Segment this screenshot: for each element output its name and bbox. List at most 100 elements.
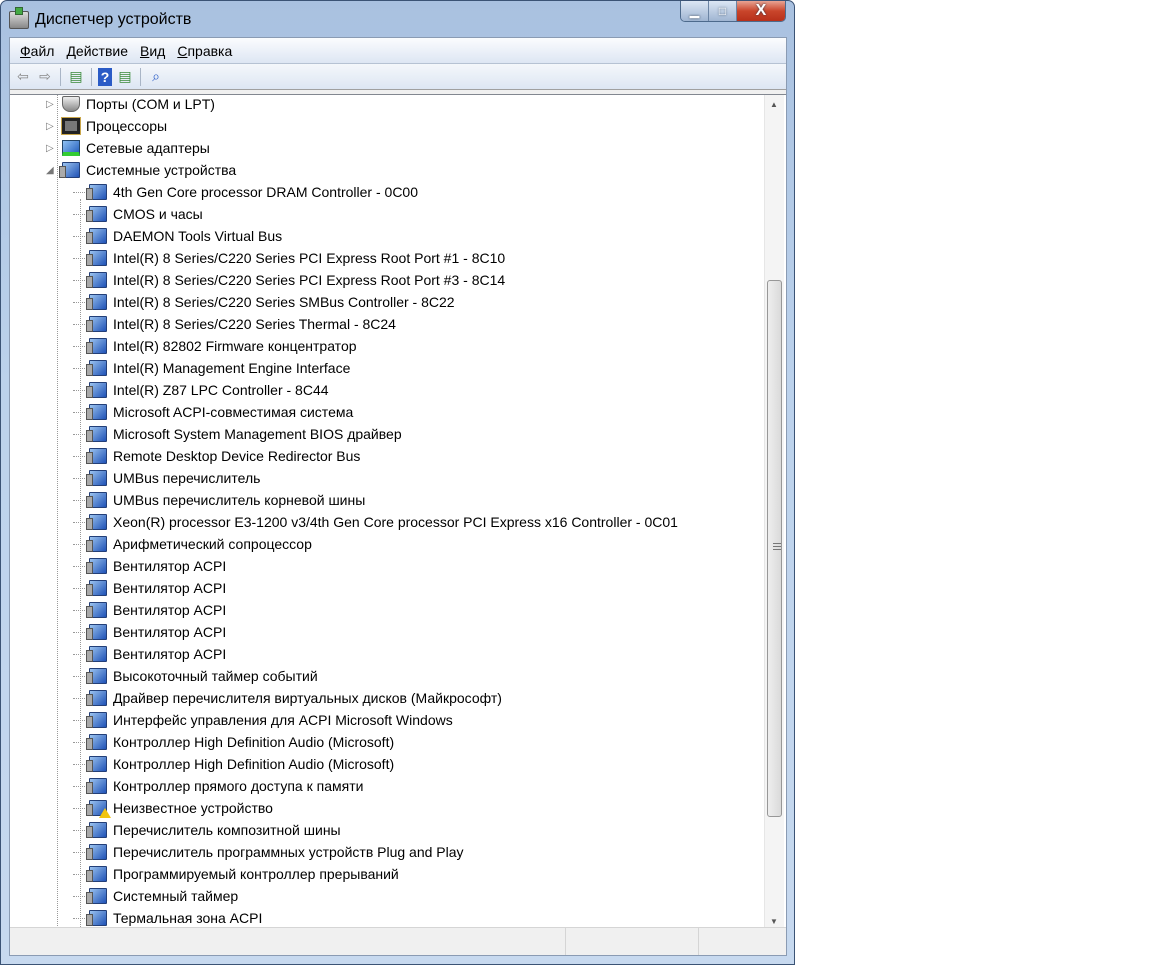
device-item[interactable]: Remote Desktop Device Redirector Bus [73, 445, 360, 467]
device-item[interactable]: Intel(R) 8 Series/C220 Series PCI Expres… [73, 269, 505, 291]
device-item[interactable]: Термальная зона ACPI [73, 907, 262, 929]
maximize-button[interactable]: □ [709, 1, 737, 21]
expand-arrow-icon[interactable]: ▷ [46, 99, 56, 110]
tree-line [73, 631, 87, 633]
device-item[interactable]: Intel(R) 8 Series/C220 Series Thermal - … [73, 313, 396, 335]
tree-line [73, 785, 87, 787]
expand-arrow-icon[interactable]: ▷ [46, 121, 56, 132]
device-item[interactable]: Вентилятор ACPI [73, 643, 226, 665]
device-item[interactable]: Вентилятор ACPI [73, 599, 226, 621]
system-device-icon [86, 184, 107, 200]
device-item[interactable]: 4th Gen Core processor DRAM Controller -… [73, 181, 418, 203]
device-item[interactable]: Вентилятор ACPI [73, 621, 226, 643]
device-label: UMBus перечислитель [113, 470, 261, 486]
system-device-icon [86, 558, 107, 574]
device-item[interactable]: Арифметический сопроцессор [73, 533, 312, 555]
device-item[interactable]: UMBus перечислитель корневой шины [73, 489, 365, 511]
scan-hardware-icon[interactable]: ⌕ [147, 68, 165, 86]
tree-category[interactable]: ▷ Процессоры [46, 115, 168, 137]
device-item[interactable]: Intel(R) 8 Series/C220 Series SMBus Cont… [73, 291, 455, 313]
device-item[interactable]: Программируемый контроллер прерываний [73, 863, 399, 885]
device-tree[interactable]: ▲ ▼ ▷ Порты (COM и LPT) ▷ Процессоры ▷ Сетевы… [10, 94, 786, 929]
device-item[interactable]: Microsoft System Management BIOS драйвер [73, 423, 402, 445]
device-item[interactable]: Высокоточный таймер событий [73, 665, 318, 687]
device-item[interactable]: Intel(R) Z87 LPC Controller - 8C44 [73, 379, 329, 401]
vertical-scrollbar[interactable]: ▲ ▼ [764, 95, 784, 929]
device-item[interactable]: Перечислитель композитной шины [73, 819, 341, 841]
device-label: Программируемый контроллер прерываний [113, 866, 399, 882]
menu-file[interactable]: Файл [14, 43, 60, 59]
tree-line [73, 873, 87, 875]
device-label: Вентилятор ACPI [113, 558, 227, 574]
device-item[interactable]: Intel(R) Management Engine Interface [73, 357, 350, 379]
device-item[interactable]: Перечислитель программных устройств Plug… [73, 841, 464, 863]
device-label: UMBus перечислитель корневой шины [113, 492, 366, 508]
device-item[interactable]: Драйвер перечислителя виртуальных дисков… [73, 687, 502, 709]
device-item[interactable]: Xeon(R) processor E3-1200 v3/4th Gen Cor… [73, 511, 678, 533]
tree-line [73, 829, 87, 831]
category-label: Процессоры [86, 118, 168, 134]
collapse-arrow-icon[interactable]: ◢ [46, 165, 56, 176]
device-item[interactable]: Вентилятор ACPI [73, 555, 226, 577]
toolbar-separator [91, 67, 92, 86]
device-label: Intel(R) 8 Series/C220 Series PCI Expres… [113, 250, 506, 266]
scroll-up-button[interactable]: ▲ [765, 95, 783, 113]
menu-help[interactable]: Справка [171, 43, 238, 59]
menu-action[interactable]: Действие [60, 43, 134, 59]
device-item[interactable]: Интерфейс управления для ACPI Microsoft … [73, 709, 453, 731]
system-device-icon [86, 536, 107, 552]
tree-category[interactable]: ▷ Порты (COM и LPT) [46, 95, 215, 115]
system-device-icon [86, 338, 107, 354]
device-label: Вентилятор ACPI [113, 580, 227, 596]
system-device-icon [86, 888, 107, 904]
device-label: Microsoft ACPI-совместимая система [113, 404, 354, 420]
help-icon[interactable]: ? [98, 67, 112, 86]
tree-line [73, 345, 87, 347]
show-hide-console-tree-icon[interactable]: ▤ [67, 68, 85, 86]
forward-icon[interactable]: ⇨ [36, 68, 54, 86]
tree-category[interactable]: ◢ Системные устройства [46, 159, 236, 181]
device-item[interactable]: Microsoft ACPI-совместимая система [73, 401, 353, 423]
device-item[interactable]: UMBus перечислитель [73, 467, 260, 489]
system-device-icon [86, 250, 107, 266]
close-button[interactable]: X [737, 1, 785, 21]
minimize-button[interactable]: ▁ [681, 1, 709, 21]
system-device-icon [86, 470, 107, 486]
tree-line [73, 455, 87, 457]
expand-arrow-icon[interactable]: ▷ [46, 143, 56, 154]
system-device-icon [86, 580, 107, 596]
device-item[interactable]: CMOS и часы [73, 203, 203, 225]
tree-line [73, 543, 87, 545]
system-device-icon [86, 272, 107, 288]
tree-category[interactable]: ▷ Сетевые адаптеры [46, 137, 210, 159]
device-item[interactable]: Контроллер High Definition Audio (Micros… [73, 731, 394, 753]
device-item[interactable]: Intel(R) 82802 Firmware концентратор [73, 335, 357, 357]
device-item[interactable]: Контроллер High Definition Audio (Micros… [73, 753, 394, 775]
tree-line [73, 807, 87, 809]
toolbar-separator [60, 67, 61, 86]
device-label: CMOS и часы [113, 206, 203, 222]
device-item[interactable]: Системный таймер [73, 885, 238, 907]
scrollbar-thumb[interactable] [767, 280, 782, 817]
sys-category-icon [59, 162, 80, 178]
device-item[interactable]: Intel(R) 8 Series/C220 Series PCI Expres… [73, 247, 505, 269]
system-device-icon [86, 404, 107, 420]
tree-line [73, 697, 87, 699]
tree-line [73, 389, 87, 391]
status-pane [565, 928, 698, 955]
device-label: Remote Desktop Device Redirector Bus [113, 448, 361, 464]
tree-line [73, 191, 87, 193]
status-pane [698, 928, 786, 955]
device-item[interactable]: Контроллер прямого доступа к памяти [73, 775, 363, 797]
system-device-icon [86, 492, 107, 508]
properties-icon[interactable]: ▤ [116, 68, 134, 86]
device-item[interactable]: DAEMON Tools Virtual Bus [73, 225, 282, 247]
device-item[interactable]: Неизвестное устройство [73, 797, 273, 819]
device-item[interactable]: Вентилятор ACPI [73, 577, 226, 599]
back-icon[interactable]: ⇦ [14, 68, 32, 86]
category-label: Сетевые адаптеры [86, 140, 210, 156]
net-category-icon [62, 140, 80, 156]
tree-line [73, 895, 87, 897]
menu-view[interactable]: Вид [134, 43, 171, 59]
device-label: Системный таймер [113, 888, 239, 904]
